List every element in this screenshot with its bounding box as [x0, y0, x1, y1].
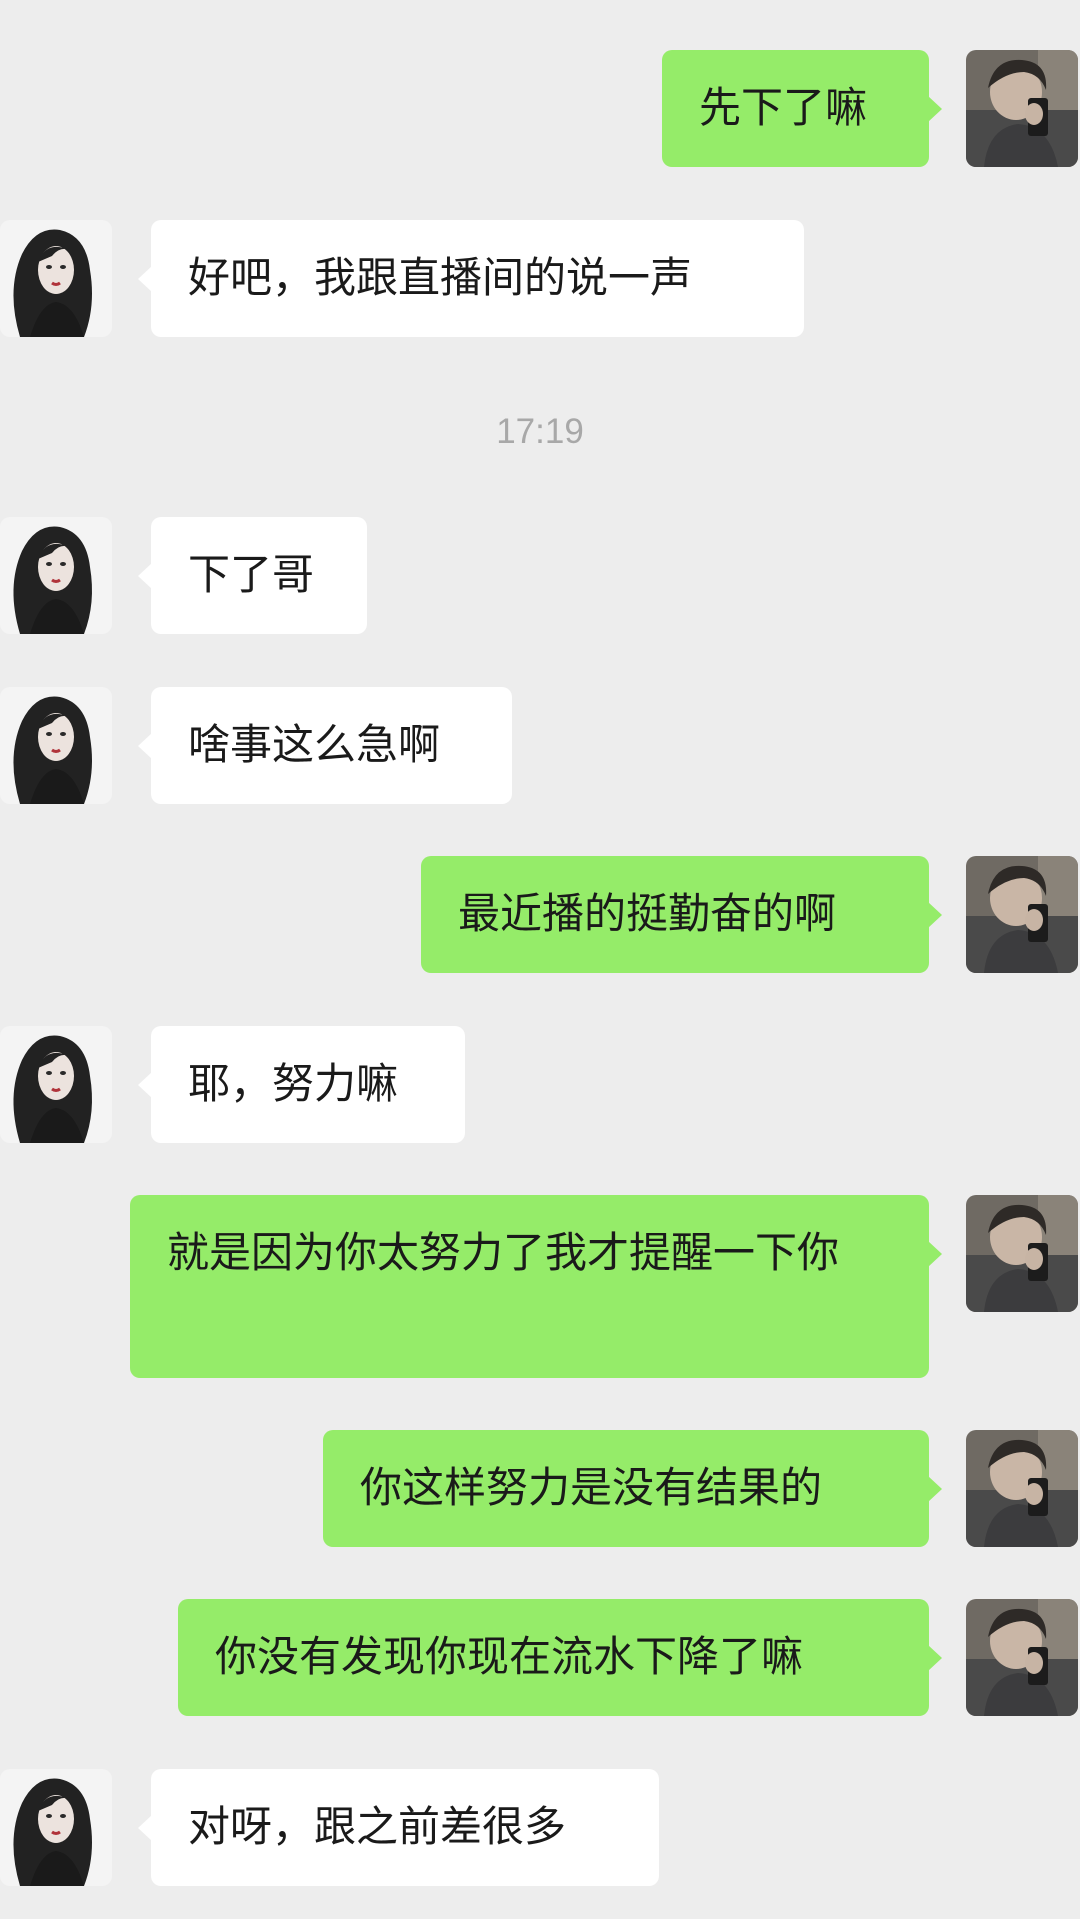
self-avatar[interactable]: [966, 1599, 1078, 1716]
contact-avatar[interactable]: [0, 1769, 112, 1886]
message-text: 耶，努力嘛: [188, 1059, 399, 1108]
self-avatar[interactable]: [966, 1195, 1078, 1312]
message-bubble-incoming[interactable]: 下了哥: [138, 517, 367, 634]
message-bubble-incoming[interactable]: 对呀，跟之前差很多: [138, 1769, 659, 1886]
message-timestamp: 17:19: [496, 412, 584, 451]
female-avatar-icon: [0, 687, 112, 804]
male-avatar-icon: [966, 1430, 1078, 1547]
female-avatar-icon: [0, 1769, 112, 1886]
message-text: 先下了嘛: [699, 83, 868, 132]
female-avatar-icon: [0, 220, 112, 337]
male-avatar-icon: [966, 856, 1078, 973]
message-text: 对呀，跟之前差很多: [188, 1802, 567, 1851]
female-avatar-icon: [0, 517, 112, 634]
contact-avatar[interactable]: [0, 687, 112, 804]
message-bubble-outgoing[interactable]: 你这样努力是没有结果的: [323, 1430, 942, 1547]
message-text: 最近播的挺勤奋的啊: [458, 889, 837, 938]
message-bubble-incoming[interactable]: 耶，努力嘛: [138, 1026, 465, 1143]
message-bubble-outgoing[interactable]: 就是因为你太努力了我才提醒一下你: [130, 1195, 942, 1378]
message-bubble-outgoing[interactable]: 你没有发现你现在流水下降了嘛: [178, 1599, 942, 1716]
message-text: 你这样努力是没有结果的: [360, 1463, 823, 1512]
contact-avatar[interactable]: [0, 220, 112, 337]
male-avatar-icon: [966, 1599, 1078, 1716]
message-bubble-outgoing[interactable]: 最近播的挺勤奋的啊: [421, 856, 942, 973]
message-text: 啥事这么急啊: [188, 720, 441, 769]
female-avatar-icon: [0, 1026, 112, 1143]
message-bubble-outgoing[interactable]: 先下了嘛: [662, 50, 942, 167]
message-bubble-incoming[interactable]: 啥事这么急啊: [138, 687, 512, 804]
self-avatar[interactable]: [966, 1430, 1078, 1547]
message-bubble-incoming[interactable]: 好吧，我跟直播间的说一声: [138, 220, 804, 337]
male-avatar-icon: [966, 1195, 1078, 1312]
male-avatar-icon: [966, 50, 1078, 167]
self-avatar[interactable]: [966, 50, 1078, 167]
contact-avatar[interactable]: [0, 1026, 112, 1143]
message-text: 就是因为你太努力了我才提醒一下你: [167, 1228, 840, 1277]
message-text: 好吧，我跟直播间的说一声: [188, 253, 693, 302]
message-text: 你没有发现你现在流水下降了嘛: [215, 1632, 804, 1681]
message-text: 下了哥: [188, 550, 315, 599]
self-avatar[interactable]: [966, 856, 1078, 973]
contact-avatar[interactable]: [0, 517, 112, 634]
